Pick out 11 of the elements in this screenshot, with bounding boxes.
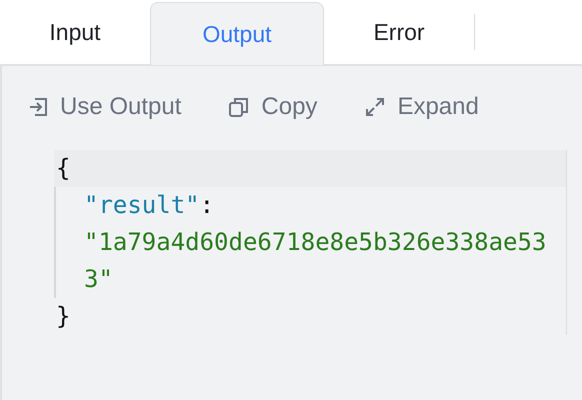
tab[interactable]: Input xyxy=(0,1,150,64)
code-colon: : xyxy=(200,191,214,219)
tab[interactable]: Error xyxy=(324,1,474,64)
tab[interactable]: Output xyxy=(150,2,324,65)
json-value: "1a79a4d60de6718e8e5b326e338ae533" xyxy=(84,228,546,293)
json-key: "result" xyxy=(84,191,200,219)
toolbar-button[interactable]: Expand xyxy=(363,92,479,122)
code-brace: } xyxy=(56,302,70,330)
code-brace: { xyxy=(56,154,70,182)
toolbar-button[interactable]: Copy xyxy=(227,92,318,122)
toolbar-button[interactable]: Use Output xyxy=(26,92,182,122)
